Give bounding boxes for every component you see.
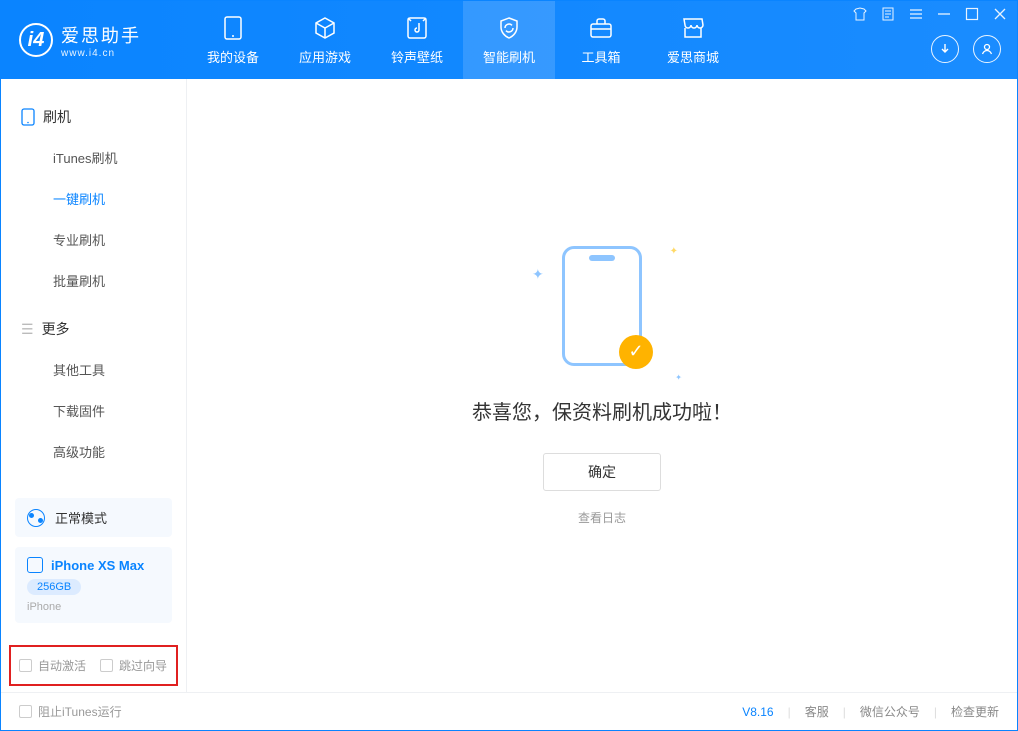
update-link[interactable]: 检查更新 <box>951 703 999 720</box>
close-button[interactable] <box>993 7 1007 21</box>
mode-label: 正常模式 <box>55 508 107 527</box>
checkbox-icon <box>19 659 32 672</box>
checkbox-label: 自动激活 <box>38 657 86 674</box>
nav-label: 爱思商城 <box>667 47 719 66</box>
user-button[interactable] <box>973 35 1001 63</box>
wechat-link[interactable]: 微信公众号 <box>860 703 920 720</box>
download-button[interactable] <box>931 35 959 63</box>
app-subtitle: www.i4.cn <box>61 48 141 59</box>
note-icon[interactable] <box>881 7 895 21</box>
nav-label: 工具箱 <box>581 47 620 66</box>
storage-badge: 256GB <box>27 579 81 595</box>
options-highlight: 自动激活 跳过向导 <box>9 645 178 686</box>
support-link[interactable]: 客服 <box>805 703 829 720</box>
shop-icon <box>680 15 706 41</box>
phone-icon <box>21 108 35 126</box>
status-bar: 阻止iTunes运行 V8.16 | 客服 | 微信公众号 | 检查更新 <box>1 692 1017 730</box>
checkbox-icon <box>100 659 113 672</box>
sidebar-item-batch-flash[interactable]: 批量刷机 <box>1 260 186 301</box>
minimize-button[interactable] <box>937 7 951 21</box>
device-name: iPhone XS Max <box>51 558 144 573</box>
group-title: 刷机 <box>43 107 71 127</box>
checkbox-block-itunes[interactable]: 阻止iTunes运行 <box>19 703 122 720</box>
separator: | <box>934 705 937 719</box>
sparkle-icon: ✦ <box>532 266 544 283</box>
sidebar-item-other-tools[interactable]: 其他工具 <box>1 349 186 390</box>
logo: i4 爱思助手 www.i4.cn <box>1 22 187 59</box>
nav-toolbox[interactable]: 工具箱 <box>555 1 647 79</box>
device-info[interactable]: iPhone XS Max 256GB iPhone <box>15 547 172 623</box>
nav-label: 铃声壁纸 <box>391 47 443 66</box>
cube-icon <box>312 15 338 41</box>
success-illustration: ✓ ✦ ✦ ✦ <box>562 246 642 396</box>
nav-label: 应用游戏 <box>299 47 351 66</box>
ok-button[interactable]: 确定 <box>543 453 661 491</box>
checkbox-icon <box>19 705 32 718</box>
checkbox-label: 跳过向导 <box>119 657 167 674</box>
separator: | <box>843 705 846 719</box>
mode-icon <box>27 509 45 527</box>
nav-label: 我的设备 <box>207 47 259 66</box>
menu-icon[interactable] <box>909 7 923 21</box>
window-controls <box>853 7 1007 21</box>
separator: | <box>788 705 791 719</box>
shirt-icon[interactable] <box>853 7 867 21</box>
device-icon <box>220 15 246 41</box>
view-log-link[interactable]: 查看日志 <box>578 509 626 526</box>
nav-apps-games[interactable]: 应用游戏 <box>279 1 371 79</box>
main-content: ✓ ✦ ✦ ✦ 恭喜您，保资料刷机成功啦！ 确定 查看日志 <box>187 79 1017 692</box>
group-title: 更多 <box>42 319 70 339</box>
shield-refresh-icon <box>496 15 522 41</box>
sidebar-item-download-firmware[interactable]: 下载固件 <box>1 390 186 431</box>
nav-smart-flash[interactable]: 智能刷机 <box>463 1 555 79</box>
checkbox-label: 阻止iTunes运行 <box>38 703 122 720</box>
app-title: 爱思助手 <box>61 22 141 48</box>
success-message: 恭喜您，保资料刷机成功啦！ <box>472 396 732 425</box>
sparkle-icon: ✦ <box>675 373 682 382</box>
device-icon <box>27 557 43 573</box>
sparkle-icon: ✦ <box>670 246 678 257</box>
nav-my-device[interactable]: 我的设备 <box>187 1 279 79</box>
checkbox-auto-activate[interactable]: 自动激活 <box>19 657 86 674</box>
maximize-button[interactable] <box>965 7 979 21</box>
music-icon <box>404 15 430 41</box>
device-type: iPhone <box>27 601 61 613</box>
logo-icon: i4 <box>19 23 53 57</box>
app-header: i4 爱思助手 www.i4.cn 我的设备 应用游戏 铃声壁纸 智能刷机 工具… <box>1 1 1017 79</box>
phone-illustration-icon: ✓ <box>562 246 642 366</box>
sidebar-item-onekey-flash[interactable]: 一键刷机 <box>1 178 186 219</box>
sidebar-group-more: ☰ 更多 <box>1 309 186 349</box>
sidebar-item-pro-flash[interactable]: 专业刷机 <box>1 219 186 260</box>
list-icon: ☰ <box>21 321 34 338</box>
nav-ringtones[interactable]: 铃声壁纸 <box>371 1 463 79</box>
version-label: V8.16 <box>742 705 773 719</box>
sidebar: 刷机 iTunes刷机 一键刷机 专业刷机 批量刷机 ☰ 更多 其他工具 下载固… <box>1 79 187 692</box>
sidebar-item-itunes-flash[interactable]: iTunes刷机 <box>1 137 186 178</box>
main-nav: 我的设备 应用游戏 铃声壁纸 智能刷机 工具箱 爱思商城 <box>187 1 739 79</box>
checkbox-skip-guide[interactable]: 跳过向导 <box>100 657 167 674</box>
sidebar-group-flash: 刷机 <box>1 97 186 137</box>
nav-label: 智能刷机 <box>483 47 535 66</box>
nav-store[interactable]: 爱思商城 <box>647 1 739 79</box>
toolbox-icon <box>588 15 614 41</box>
sidebar-item-advanced[interactable]: 高级功能 <box>1 431 186 472</box>
check-badge-icon: ✓ <box>619 335 653 369</box>
mode-status[interactable]: 正常模式 <box>15 498 172 537</box>
